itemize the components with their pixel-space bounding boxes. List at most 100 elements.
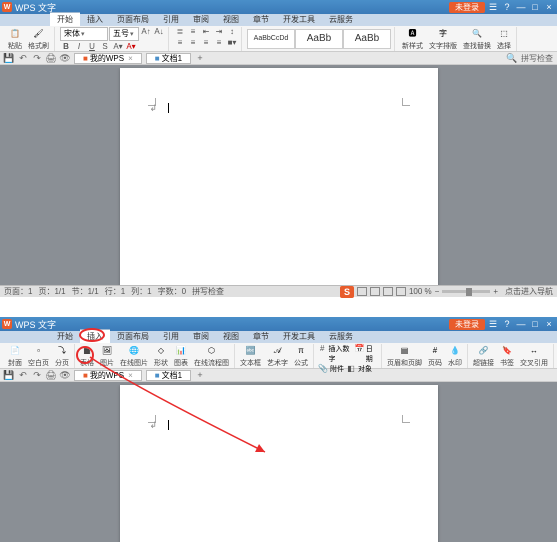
help-icon[interactable]: ? <box>501 319 513 329</box>
maximize-button[interactable]: □ <box>529 319 541 329</box>
save-icon[interactable]: 💾 <box>4 370 14 380</box>
undo-icon[interactable]: ↶ <box>18 53 28 63</box>
print-icon[interactable]: 🖨 <box>46 370 56 380</box>
attach-icon[interactable]: 📎 <box>317 364 329 374</box>
line-spacing-icon[interactable]: ↕ <box>226 27 238 37</box>
style-normal[interactable]: AaBbCcDd <box>247 29 295 49</box>
obj-icon[interactable]: ◧ <box>345 364 357 374</box>
tab-references[interactable]: 引用 <box>156 330 186 343</box>
align-left-icon[interactable]: ≡ <box>174 38 186 48</box>
tab-references[interactable]: 引用 <box>156 13 186 26</box>
zoom-in-icon[interactable]: + <box>493 287 498 296</box>
indent-inc-icon[interactable]: ⇥ <box>213 27 225 37</box>
redo-icon[interactable]: ↷ <box>32 53 42 63</box>
highlight-button[interactable]: A▾ <box>112 42 124 52</box>
minimize-button[interactable]: — <box>515 319 527 329</box>
align-center-icon[interactable]: ≡ <box>187 38 199 48</box>
online-picture-button[interactable]: 🌐在线图片 <box>118 344 150 368</box>
font-name-combo[interactable]: 宋体▾ <box>60 27 108 41</box>
indent-dec-icon[interactable]: ⇤ <box>200 27 212 37</box>
tab-review[interactable]: 审阅 <box>186 330 216 343</box>
tab-review[interactable]: 审阅 <box>186 13 216 26</box>
blank-page-button[interactable]: ▫空白页 <box>26 344 51 368</box>
doc-tab-doc1[interactable]: ■文档1 <box>146 370 191 381</box>
new-tab-icon[interactable]: + <box>195 370 205 380</box>
textbox-button[interactable]: 🔤文本框 <box>238 344 263 368</box>
picture-button[interactable]: 🖼图片 <box>98 344 116 368</box>
bullet-list-icon[interactable]: ≣ <box>174 27 186 37</box>
tab-view[interactable]: 视图 <box>216 330 246 343</box>
table-button[interactable]: ▦表格 <box>78 344 96 368</box>
settings-icon[interactable]: ☰ <box>487 2 499 13</box>
preview-icon[interactable]: 👁 <box>60 53 70 63</box>
shading-icon[interactable]: ■▾ <box>226 38 238 48</box>
document-page[interactable]: ↲ <box>120 385 438 542</box>
date-icon[interactable]: 📅 <box>354 344 365 354</box>
hyperlink-button[interactable]: 🔗超链接 <box>471 344 496 368</box>
bold-button[interactable]: B <box>60 42 72 52</box>
font-color-button[interactable]: A▾ <box>125 42 137 52</box>
page-num-button[interactable]: #页码 <box>426 344 444 368</box>
cross-ref-button[interactable]: ↔交叉引用 <box>518 344 550 368</box>
minimize-button[interactable]: — <box>515 2 527 12</box>
tab-cloud[interactable]: 云服务 <box>322 13 360 26</box>
header-footer-button[interactable]: ▤页眉和页脚 <box>385 344 424 368</box>
find-replace-button[interactable]: 🔍查找替换 <box>461 27 493 51</box>
page-break-button[interactable]: ⤵分页 <box>53 344 71 368</box>
close-button[interactable]: × <box>543 2 555 12</box>
tab-home[interactable]: 开始 <box>50 12 80 26</box>
watermark-button[interactable]: 💧水印 <box>446 344 464 368</box>
art-text-button[interactable]: 𝒜艺术字 <box>265 344 290 368</box>
tab-developer[interactable]: 开发工具 <box>276 330 322 343</box>
tab-section[interactable]: 章节 <box>246 13 276 26</box>
new-tab-icon[interactable]: + <box>195 53 205 63</box>
document-page[interactable]: ↲ <box>120 68 438 285</box>
tab-home[interactable]: 开始 <box>50 330 80 343</box>
flow-chart-button[interactable]: ⬡在线流程图 <box>192 344 231 368</box>
save-icon[interactable]: 💾 <box>4 53 14 63</box>
help-icon[interactable]: ? <box>501 2 513 12</box>
tab-developer[interactable]: 开发工具 <box>276 13 322 26</box>
paste-button[interactable]: 📋 粘贴 <box>6 27 24 51</box>
tab-cloud[interactable]: 云服务 <box>322 330 360 343</box>
view-mode-icon[interactable] <box>383 287 393 296</box>
bookmark-button[interactable]: 🔖书签 <box>498 344 516 368</box>
cover-button[interactable]: 📄封面 <box>6 344 24 368</box>
tab-view[interactable]: 视图 <box>216 13 246 26</box>
view-mode-icon[interactable] <box>396 287 406 296</box>
tab-section[interactable]: 章节 <box>246 330 276 343</box>
align-right-icon[interactable]: ≡ <box>200 38 212 48</box>
new-style-button[interactable]: 🅰新样式 <box>400 27 425 51</box>
underline-button[interactable]: U <box>86 42 98 52</box>
user-badge[interactable]: 未登录 <box>449 2 485 13</box>
doc-tab-mywps[interactable]: ■我的WPS× <box>74 53 142 64</box>
select-button[interactable]: ⬚选择 <box>495 27 513 51</box>
zoom-slider[interactable] <box>442 290 490 293</box>
preview-icon[interactable]: 👁 <box>60 370 70 380</box>
num-icon[interactable]: # <box>317 344 328 354</box>
maximize-button[interactable]: □ <box>529 2 541 12</box>
text-tools-button[interactable]: 字文字排版 <box>427 27 459 51</box>
search-icon[interactable]: 🔍 <box>507 53 517 63</box>
document-viewport[interactable]: ↲ <box>0 65 557 285</box>
font-size-combo[interactable]: 五号▾ <box>109 27 139 41</box>
justify-icon[interactable]: ≡ <box>213 38 225 48</box>
tab-insert[interactable]: 插入 <box>80 13 110 26</box>
redo-icon[interactable]: ↷ <box>32 370 42 380</box>
print-icon[interactable]: 🖨 <box>46 53 56 63</box>
zoom-level[interactable]: 100 % <box>409 287 432 296</box>
tab-page-layout[interactable]: 页面布局 <box>110 330 156 343</box>
doc-tab-mywps[interactable]: ■我的WPS× <box>74 370 142 381</box>
number-list-icon[interactable]: ≡ <box>187 27 199 37</box>
doc-tab-doc1[interactable]: ■文档1 <box>146 53 191 64</box>
style-heading2[interactable]: AaBb <box>343 29 391 49</box>
shrink-font-icon[interactable]: A↓ <box>153 27 165 37</box>
italic-button[interactable]: I <box>73 42 85 52</box>
tab-insert[interactable]: 插入 <box>80 329 110 343</box>
chart-button[interactable]: 📊图表 <box>172 344 190 368</box>
format-painter-button[interactable]: 🖌 格式刷 <box>26 27 51 51</box>
settings-icon[interactable]: ☰ <box>487 319 499 330</box>
shapes-button[interactable]: ◇形状 <box>152 344 170 368</box>
sogou-icon[interactable]: S <box>340 286 354 298</box>
zoom-out-icon[interactable]: − <box>435 287 440 296</box>
